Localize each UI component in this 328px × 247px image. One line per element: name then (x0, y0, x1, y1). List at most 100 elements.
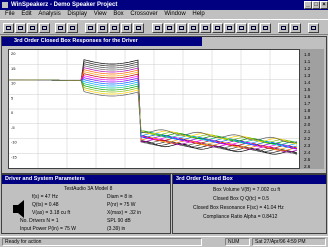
response-plot[interactable]: 20 15 10 5 0 -5 -10 -15 (8, 49, 300, 169)
tool-button-18[interactable] (224, 23, 235, 33)
minimize-button[interactable]: _ (304, 1, 312, 9)
menu-analysis[interactable]: Analysis (38, 11, 60, 17)
db-tick-label: 10 (11, 81, 16, 86)
driver-panel-titlebar: Driver and System Parameters (2, 175, 170, 184)
status-num: NUM (225, 238, 250, 246)
freq-label: 2.5 (304, 157, 311, 162)
freq-label: 1.0 (304, 52, 311, 57)
menu-crossover[interactable]: Crossover (130, 11, 157, 17)
db-tick-label: -5 (11, 125, 15, 130)
freq-label: 2.0 (304, 122, 311, 127)
frequency-column: 1.0 1.1 1.2 1.3 1.4 1.5 1.6 1.7 1.8 1.9 2.0 2.1 2.2 2… (300, 49, 324, 169)
response-curve (8, 79, 298, 145)
menu-file[interactable]: File (5, 11, 15, 17)
close-button[interactable]: × (320, 1, 328, 9)
freq-label: 2.2 (304, 136, 311, 141)
new-button[interactable] (3, 23, 14, 33)
tool-button-23[interactable] (290, 23, 301, 33)
param-pnr: P(nr) = 75 W (107, 202, 136, 208)
param-vas: V(as) = 3.18 cu ft (32, 210, 71, 216)
box-panel-title: 3rd Order Closed Box (176, 176, 233, 182)
response-curve (8, 79, 298, 148)
help-button[interactable] (308, 23, 319, 33)
status-datetime: Sat 27/Apr/96 4:59 PM (252, 238, 326, 246)
box-volume: Box Volume V(B) = 7.002 cu ft (213, 187, 281, 193)
tool-button-21[interactable] (260, 23, 271, 33)
app-window: WinSpeakerz - Demo Speaker Project _ □ ×… (0, 0, 328, 246)
freq-label: 1.4 (304, 80, 311, 85)
freq-label: 1.2 (304, 66, 311, 71)
tool-button-13[interactable] (164, 23, 175, 33)
menu-edit[interactable]: Edit (21, 11, 31, 17)
freq-label: 1.1 (304, 59, 311, 64)
response-curve (8, 79, 298, 147)
freq-label: 1.3 (304, 73, 311, 78)
tool-button-20[interactable] (248, 23, 259, 33)
freq-label: 1.8 (304, 108, 311, 113)
menu-bar: File Edit Analysis Display View Box Cros… (0, 10, 328, 19)
tool-button-17[interactable] (212, 23, 223, 33)
menu-window[interactable]: Window (164, 11, 185, 17)
tool-button-19[interactable] (236, 23, 247, 33)
tool-button-5[interactable] (55, 23, 66, 33)
menu-view[interactable]: View (94, 11, 107, 17)
speaker-icon (13, 200, 24, 218)
box-resonance: Closed Box Resonance F(sc) = 41.04 Hz (193, 205, 284, 211)
menu-help[interactable]: Help (192, 11, 204, 17)
param-diam: Diam = 8 in (107, 194, 133, 200)
maximize-button[interactable]: □ (312, 1, 320, 9)
tool-button-16[interactable] (200, 23, 211, 33)
driver-panel-title: Driver and System Parameters (5, 176, 85, 182)
tool-button-6[interactable] (67, 23, 78, 33)
freq-label: 1.6 (304, 94, 311, 99)
menu-display[interactable]: Display (67, 11, 87, 17)
response-curves: 20 15 10 5 0 -5 -10 -15 (8, 50, 299, 168)
freq-label: 2.6 (304, 164, 311, 169)
param-power: Input Power P(in) = 75 W (20, 226, 76, 232)
freq-label: 1.5 (304, 87, 311, 92)
box-compliance: Compliance Ratio Alpha = 0.8412 (203, 214, 278, 220)
freq-label: 2.1 (304, 129, 311, 134)
open-button[interactable] (15, 23, 26, 33)
db-tick-label: 0 (11, 110, 14, 115)
driver-panel: Driver and System Parameters TestAudio 3… (1, 174, 171, 234)
tool-button-11[interactable] (133, 23, 144, 33)
box-panel-titlebar: 3rd Order Closed Box (173, 175, 326, 184)
tool-button-22[interactable] (278, 23, 289, 33)
param-drivers: No. Drivers N = 1 (20, 218, 59, 224)
tool-button-15[interactable] (188, 23, 199, 33)
param-extra: (3.39) in (107, 226, 126, 232)
graph-window: 3rd Order Closed Box Responses for the D… (1, 36, 327, 174)
title-bar: WinSpeakerz - Demo Speaker Project _ □ × (0, 0, 328, 10)
save-button[interactable] (27, 23, 38, 33)
graph-window-title: 3rd Order Closed Box Responses for the D… (14, 38, 138, 44)
tool-button-7[interactable] (85, 23, 96, 33)
response-curve (8, 77, 298, 149)
db-tick-label: 15 (11, 66, 16, 71)
tool-button-9[interactable] (109, 23, 120, 33)
response-curve (8, 73, 298, 149)
tool-button-14[interactable] (176, 23, 187, 33)
menu-box[interactable]: Box (113, 11, 123, 17)
print-button[interactable] (39, 23, 50, 33)
freq-label: 1.7 (304, 101, 311, 106)
param-spl: SPL 90 dB (107, 218, 131, 224)
window-title: WinSpeakerz - Demo Speaker Project (11, 2, 118, 8)
freq-label: 2.3 (304, 143, 311, 148)
db-tick-label: -10 (11, 140, 18, 145)
status-text: Ready for action (2, 238, 202, 246)
response-curve (8, 79, 298, 145)
graph-window-titlebar: 3rd Order Closed Box Responses for the D… (2, 37, 202, 46)
param-fs: f(s) = 47 Hz (32, 194, 58, 200)
tool-button-12[interactable] (152, 23, 163, 33)
box-panel: 3rd Order Closed Box Box Volume V(B) = 7… (172, 174, 327, 234)
freq-label: 1.9 (304, 115, 311, 120)
toolbar (0, 19, 328, 35)
box-q: Closed Box Q Q(tc) = 0.5 (213, 196, 269, 202)
db-tick-label: 5 (11, 95, 14, 100)
param-qts: Q(ts) = 0.48 (32, 202, 59, 208)
tool-button-10[interactable] (121, 23, 132, 33)
driver-name: TestAudio 3A Model 8 (64, 186, 113, 192)
tool-button-8[interactable] (97, 23, 108, 33)
status-bar: Ready for action NUM Sat 27/Apr/96 4:59 … (0, 236, 328, 247)
